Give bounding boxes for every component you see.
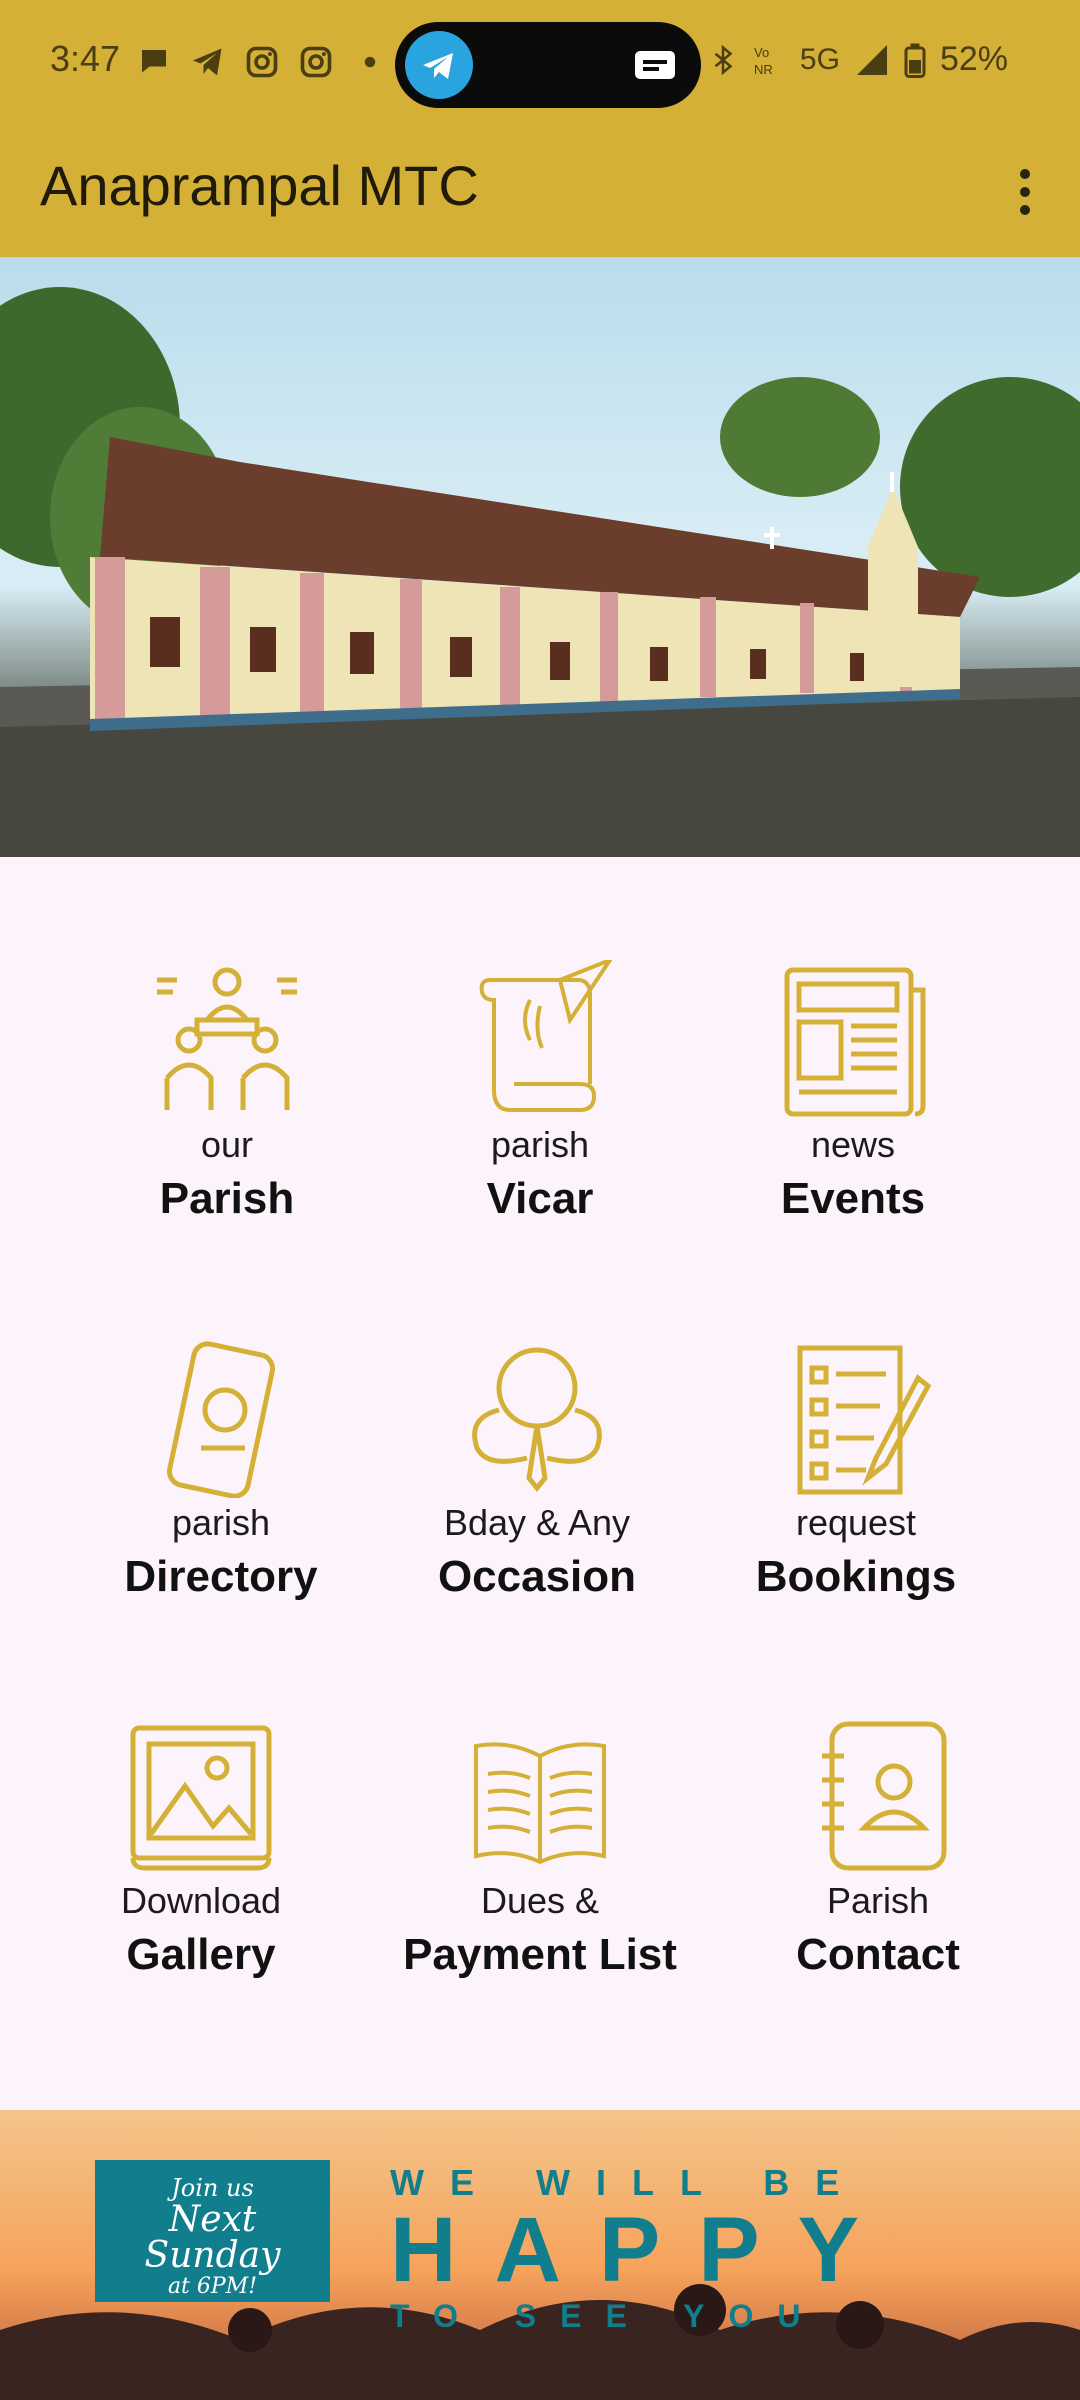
tile-our-parish[interactable]: our Parish	[77, 960, 377, 1224]
tile-subtitle: Dues &	[480, 1880, 600, 1921]
battery-icon	[904, 43, 926, 78]
tile-title: Events	[780, 1174, 926, 1223]
tile-dues-payment-list[interactable]: Dues & Payment List	[390, 1716, 690, 1980]
network-type: 5G	[799, 42, 840, 76]
tile-title: Parish	[159, 1174, 295, 1223]
tile-subtitle: our	[200, 1124, 254, 1165]
address-book-icon	[798, 1716, 958, 1876]
banner-line2: HAPPY	[390, 2199, 897, 2301]
join-line: Next	[168, 2199, 257, 2240]
telegram-bubble-icon[interactable]	[405, 31, 473, 99]
telegram-icon	[190, 44, 226, 80]
tile-parish-contact[interactable]: Parish Contact	[728, 1716, 1028, 1980]
checklist-pencil-icon	[776, 1338, 936, 1498]
sunday-banner[interactable]: Join us Next Sunday at 6PM! WE WILL BE H…	[0, 2110, 1080, 2400]
join-line: Sunday	[144, 2235, 281, 2276]
banner-line3: TO SEE YOU	[390, 2298, 825, 2334]
tile-title: Bookings	[755, 1552, 957, 1601]
svg-text:Vo: Vo	[754, 45, 769, 60]
tile-download-gallery[interactable]: Download Gallery	[51, 1716, 351, 1980]
tile-title: Directory	[124, 1552, 318, 1601]
status-time: 3:47	[50, 38, 121, 79]
balloons-icon	[457, 1338, 617, 1498]
tile-subtitle: news	[810, 1124, 896, 1165]
status-bar: 3:47 Vo NR 5G 52%	[0, 0, 1080, 125]
join-us-badge: Join us Next Sunday at 6PM!	[95, 2160, 330, 2302]
tile-subtitle: Bday & Any	[443, 1502, 631, 1543]
tile-title: Contact	[796, 1930, 960, 1979]
tile-subtitle: request	[795, 1502, 917, 1543]
meeting-icon	[147, 960, 307, 1120]
tile-title: Occasion	[437, 1552, 637, 1601]
tile-news-events[interactable]: news Events	[703, 960, 1003, 1224]
scroll-quill-icon	[460, 955, 620, 1120]
tile-subtitle: Download	[120, 1880, 282, 1921]
instagram-icon	[244, 44, 280, 80]
vonr-icon: Vo NR	[754, 45, 773, 77]
tile-title: Gallery	[126, 1930, 276, 1979]
dynamic-island[interactable]	[395, 22, 701, 108]
more-notifications-dot-icon	[352, 44, 388, 80]
overflow-menu-icon[interactable]	[1010, 165, 1040, 217]
svg-text:NR: NR	[754, 62, 773, 77]
battery-percent: 52%	[939, 40, 1008, 78]
tile-parish-vicar[interactable]: parish Vicar	[390, 955, 690, 1224]
tile-subtitle: parish	[171, 1502, 271, 1543]
instagram-icon	[298, 44, 334, 80]
tile-subtitle: parish	[490, 1124, 590, 1165]
signal-icon	[856, 44, 887, 75]
join-line: Join us	[171, 2174, 254, 2202]
system-icons: Vo NR 5G 52%	[708, 40, 1008, 79]
tile-occasion[interactable]: Bday & Any Occasion	[387, 1338, 687, 1602]
message-icon	[635, 51, 675, 79]
app-bar: Anaprampal MTC	[0, 125, 1080, 257]
tile-title: Payment List	[403, 1930, 677, 1979]
chat-bubble-icon	[136, 44, 172, 80]
church-photo	[0, 257, 1080, 857]
tile-subtitle: Parish	[826, 1880, 930, 1921]
phone-contact-icon	[141, 1338, 301, 1499]
open-book-icon	[460, 1716, 620, 1876]
tile-parish-directory[interactable]: parish Directory	[71, 1338, 371, 1602]
app-title: Anaprampal MTC	[40, 154, 479, 217]
tile-request-bookings[interactable]: request Bookings	[706, 1338, 1006, 1602]
notification-icons	[136, 44, 388, 80]
bluetooth-icon	[714, 44, 733, 75]
tile-title: Vicar	[486, 1174, 594, 1223]
join-line: at 6PM!	[167, 2274, 258, 2299]
image-gallery-icon	[121, 1716, 281, 1876]
newspaper-icon	[773, 960, 933, 1120]
